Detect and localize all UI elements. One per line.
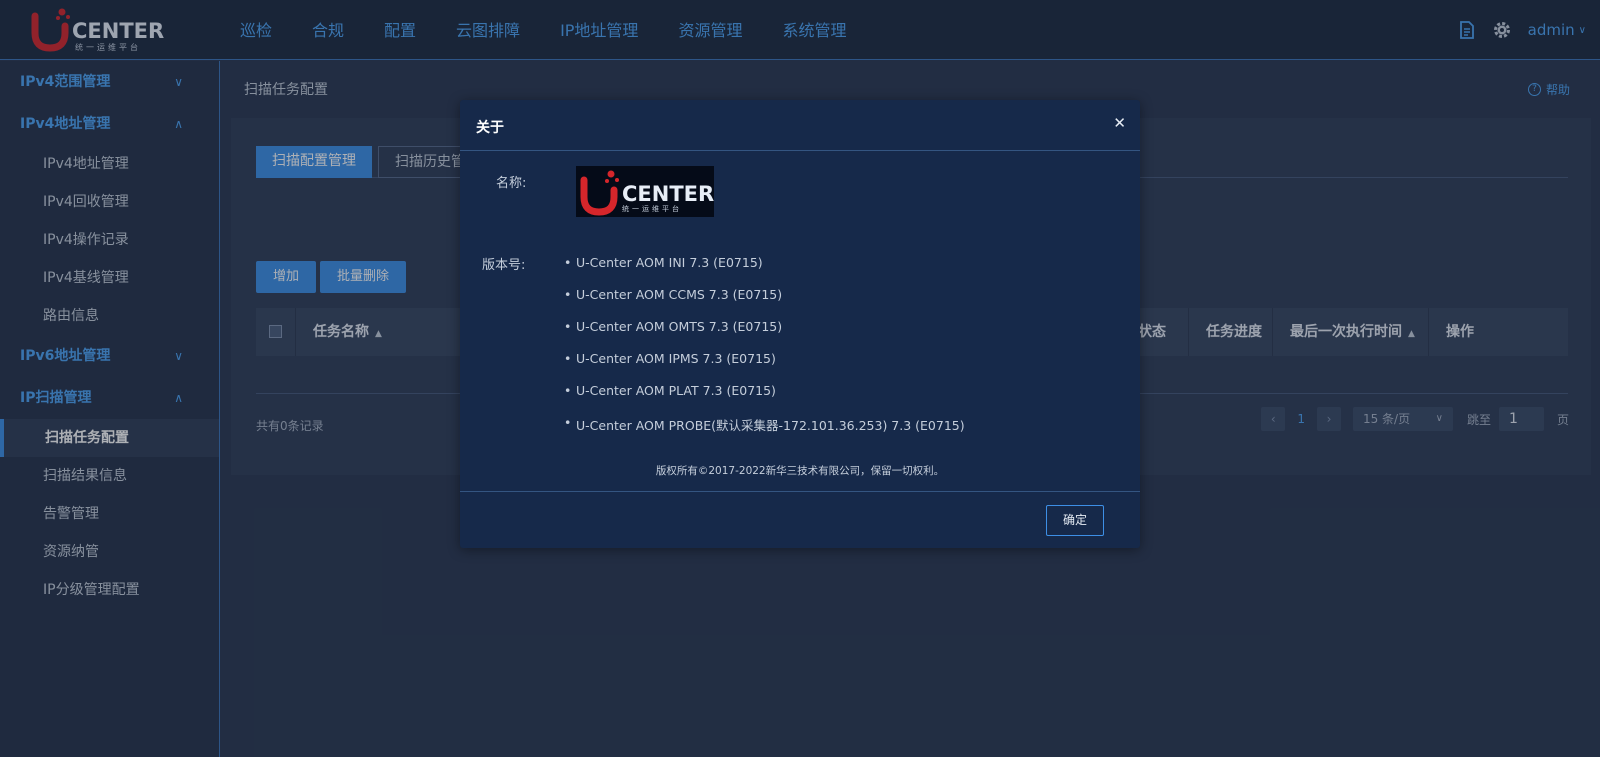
- logo-subtitle: 统一运维平台: [622, 205, 682, 213]
- about-dialog: 关于 ✕ 名称: CENTER 统一运维平台 版本号: U-Center AOM…: [460, 100, 1140, 548]
- version-item: U-Center AOM PROBE(默认采集器-172.101.36.253)…: [564, 415, 965, 447]
- copyright-text: 版权所有©2017-2022新华三技术有限公司，保留一切权利。: [655, 465, 945, 477]
- dialog-footer-divider: [460, 491, 1140, 492]
- product-logo: CENTER 统一运维平台: [576, 166, 714, 217]
- name-label: 名称:: [496, 176, 527, 191]
- version-item: U-Center AOM OMTS 7.3 (E0715): [564, 319, 965, 351]
- close-icon[interactable]: ✕: [1113, 114, 1126, 132]
- dialog-title: 关于: [476, 120, 504, 136]
- version-list: U-Center AOM INI 7.3 (E0715) U-Center AO…: [564, 255, 965, 447]
- dialog-header: 关于 ✕: [460, 100, 1140, 151]
- version-item: U-Center AOM PLAT 7.3 (E0715): [564, 383, 965, 415]
- ok-button[interactable]: 确定: [1046, 505, 1104, 536]
- version-label: 版本号:: [482, 258, 526, 273]
- version-item: U-Center AOM CCMS 7.3 (E0715): [564, 287, 965, 319]
- version-item: U-Center AOM IPMS 7.3 (E0715): [564, 351, 965, 383]
- version-item: U-Center AOM INI 7.3 (E0715): [564, 255, 965, 287]
- logo-text: CENTER: [622, 182, 715, 206]
- logo-u-icon: [580, 170, 619, 216]
